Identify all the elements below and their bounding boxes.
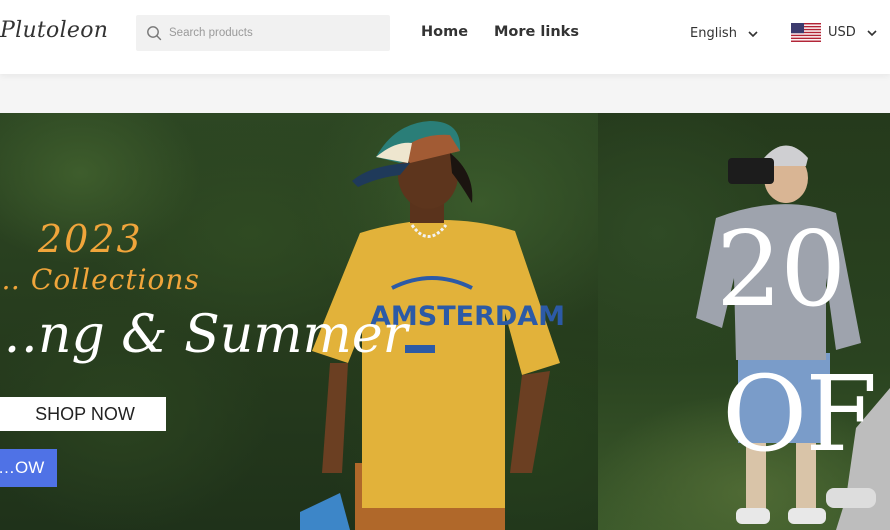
language-selector[interactable]: English	[690, 26, 759, 41]
search-icon[interactable]	[146, 25, 162, 41]
search-box[interactable]	[136, 15, 390, 51]
us-flag-icon	[791, 23, 821, 42]
language-label: English	[690, 26, 737, 41]
hero-collections: … Collections	[0, 263, 200, 296]
nav-more-links[interactable]: More links	[494, 24, 579, 40]
nav-home[interactable]: Home	[421, 24, 468, 40]
currency-label: USD	[828, 25, 856, 40]
site-logo[interactable]: Plutoleon	[0, 18, 108, 43]
hero-banner: AMSTERDAM 2023 … Collections …ng & Summe…	[0, 113, 890, 530]
search-input[interactable]	[169, 15, 379, 51]
shop-now-button[interactable]: SHOP NOW	[0, 397, 166, 431]
chevron-down-icon	[748, 30, 758, 37]
chevron-down-icon	[867, 29, 877, 36]
secondary-cta-button[interactable]: …OW	[0, 449, 57, 487]
hero-discount-off: OF	[722, 353, 877, 475]
hero-year: 2023	[38, 217, 143, 261]
site-header: Plutoleon Home More links English USD	[0, 0, 890, 74]
currency-selector[interactable]: USD	[791, 23, 878, 42]
hero-season-title: …ng & Summer	[0, 305, 408, 365]
secondary-cta-label: …OW	[0, 458, 45, 477]
hero-discount-number: 20	[716, 208, 846, 330]
shop-now-label: SHOP NOW	[35, 403, 135, 424]
